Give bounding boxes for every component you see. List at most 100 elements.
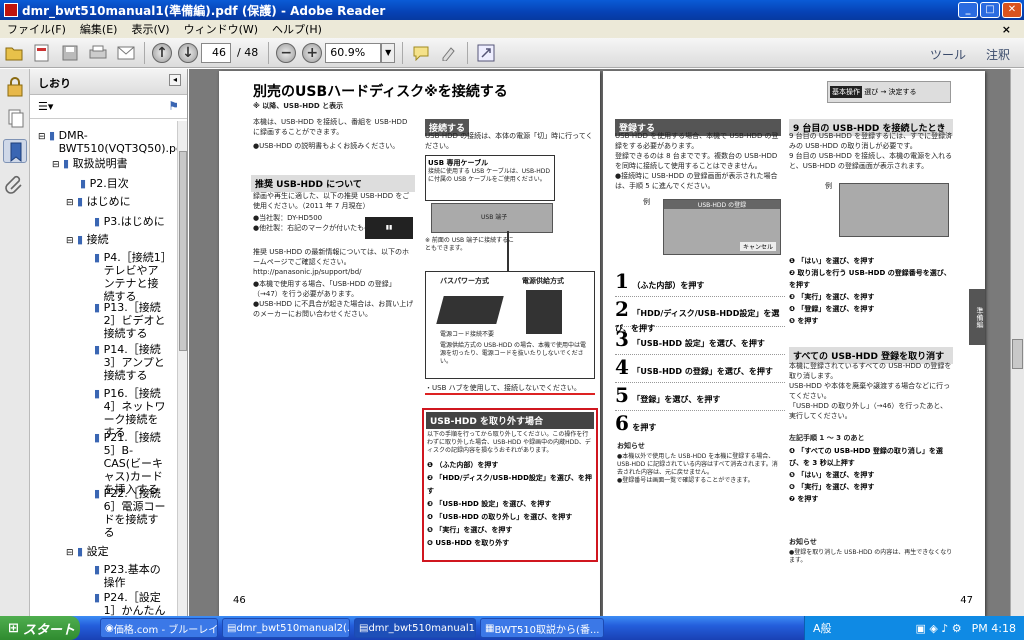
email-icon[interactable] — [115, 42, 137, 64]
task-pdf-manual2[interactable]: ▤ dmr_bwt510manual2(... — [222, 618, 350, 638]
ninth-step-4: ❹ 「登録」を選び、を押す — [789, 305, 875, 313]
close-button[interactable]: ✕ — [1002, 2, 1022, 18]
pdf-icon: ▤ — [359, 622, 369, 634]
start-button[interactable]: ⊞ スタート — [0, 616, 80, 640]
register-step-4: 4 「USB-HDD の登録」を選び、を押す — [615, 355, 785, 383]
remove-usb-hdd-box: USB-HDD を取り外す場合 以下の手順を行ってから取り外してください。この操… — [422, 408, 598, 562]
remove-step-3: ❸ 「USB-HDD 設定」を選び、を押す — [427, 500, 552, 508]
recommended-mark-logo: ▮▮ — [365, 217, 413, 239]
tree-node-intro[interactable]: ⊟ ▮ はじめに — [66, 195, 131, 210]
page-number-input[interactable]: 46 — [201, 42, 231, 63]
bus-power-label: バスパワー方式 — [440, 277, 489, 285]
hub-warning: ・USB ハブを使用して、接続しないでください。 — [425, 383, 595, 395]
tree-node-manual[interactable]: ⊟ ▮ 取扱説明書 — [52, 157, 128, 172]
ninth-example-label: 例 — [825, 182, 832, 190]
zoom-dropdown-icon[interactable]: ▼ — [381, 42, 396, 63]
connect-body: USB-HDD の接続は、本体の電源「切」時に行ってください。 — [425, 132, 593, 150]
print-icon[interactable] — [87, 42, 109, 64]
usb-cable-title: USB 専用ケーブル — [428, 159, 489, 167]
register-step-3: 3 「USB-HDD 設定」を選び、を押す — [615, 327, 785, 355]
bookmarks-panel-icon[interactable] — [3, 139, 27, 163]
save-icon[interactable] — [59, 42, 81, 64]
register-step-6: 6 を押す — [615, 411, 657, 435]
ninth-step-3: ❸ 「実行」を選び、を押す — [789, 293, 875, 301]
ninth-screen-illustration — [839, 183, 949, 237]
ninth-hdd-body: 9 台目の USB-HDD を登録するには、すでに登録済みの USB-HDD の… — [789, 132, 953, 170]
cancel-step-1: ❹ 「すべての USB-HDD 登録の取り消し」を選び、を 3 秒以上押す — [789, 447, 943, 467]
options-menu-icon[interactable]: ☰▾ — [38, 100, 53, 113]
register-body: USB-HDD を使用する場合、本機で USB-HDD の登録をする必要がありま… — [615, 132, 779, 190]
menu-close-doc[interactable]: × — [995, 23, 1018, 36]
menu-window[interactable]: ウィンドウ(W) — [177, 21, 265, 37]
tree-node-p23[interactable]: ▮ P23.基本の操作 — [94, 563, 168, 589]
ime-indicator[interactable]: A般 — [805, 620, 832, 636]
tree-node-p14[interactable]: ▮ P14.［接続3］アンプと接続する — [94, 343, 168, 382]
remove-step-4: ❹ 「USB-HDD の取り外し」を選び、を押す — [427, 513, 573, 521]
next-page-icon[interactable]: ↓ — [178, 42, 198, 63]
create-pdf-icon[interactable] — [31, 42, 53, 64]
tree-node-p13[interactable]: ▮ P13.［接続2］ビデオと接続する — [94, 301, 168, 340]
comment-bubble-icon[interactable] — [410, 42, 432, 64]
menu-file[interactable]: ファイル(F) — [0, 21, 73, 37]
notice-title: お知らせ — [617, 442, 645, 450]
navigation-strip — [0, 69, 30, 616]
usb-cable-body: 接続に使用する USB ケーブルは、USB-HDD に付属の USB ケーブルを… — [428, 168, 551, 183]
register-screen-illustration: USB-HDD の登録 キャンセル — [663, 199, 781, 255]
cancel-step-2: ❺ 「はい」を選び、を押す — [789, 471, 875, 479]
menu-bar: ファイル(F) 編集(E) 表示(V) ウィンドウ(W) ヘルプ(H) × — [0, 20, 1024, 38]
tree-node-p2[interactable]: ▮ P2.目次 — [80, 177, 129, 190]
zoom-out-icon[interactable]: − — [276, 42, 297, 63]
comment-button[interactable]: 注釈 — [986, 46, 1010, 63]
tree-node-p3[interactable]: ▮ P3.はじめに — [94, 215, 165, 228]
intro-note: ●USB-HDD の説明書もよくお読みください。 — [253, 142, 400, 150]
tray-icons[interactable]: ▣ ◈ ♪ ⚙ — [915, 622, 961, 635]
document-scrollbar[interactable] — [1010, 69, 1024, 616]
word-icon: ▦ — [485, 622, 495, 634]
bookmarks-header: しおり ◂ — [30, 69, 187, 95]
register-step-2: 2 「HDD/ディスク/USB-HDD設定」を選び、を押す — [615, 297, 785, 333]
zoom-level-input[interactable]: 60.9% — [325, 42, 382, 63]
intro-text: 本機は、USB-HDD を接続し、番組を USB-HDD に録画することができま… — [253, 118, 408, 136]
task-word-doc[interactable]: ▦ BWT510取説から(番... — [480, 618, 604, 638]
collapse-panel-icon[interactable]: ◂ — [169, 74, 181, 86]
firefox-icon: ◉ — [105, 622, 114, 634]
tree-node-settings[interactable]: ⊟ ▮ 設定 — [66, 545, 109, 560]
previous-page-icon[interactable]: ↑ — [152, 42, 172, 63]
cancel-all-body: 本機に登録されているすべての USB-HDD の登録を取り消します。 USB-H… — [789, 362, 952, 420]
attachments-icon[interactable] — [3, 173, 27, 197]
usb-cable-callout: USB 専用ケーブル 接続に使用する USB ケーブルは、USB-HDD に付属… — [425, 155, 555, 201]
menu-edit[interactable]: 編集(E) — [73, 21, 125, 37]
task-browser[interactable]: ◉ 価格.com - ブルーレイ... — [100, 618, 218, 638]
power-type-box: バスパワー方式 電源供給方式 電源コード接続不要 電源供給方式の USB-HDD… — [425, 271, 595, 379]
usb-port-label: USB 端子 — [481, 214, 508, 221]
bus-power-hdd-illustration — [436, 296, 504, 324]
window-title: dmr_bwt510manual1(準備編).pdf (保護) - Adobe … — [22, 3, 386, 18]
menu-help[interactable]: ヘルプ(H) — [265, 21, 329, 37]
tree-node-connect[interactable]: ⊟ ▮ 接続 — [66, 233, 109, 248]
remove-body: 以下の手順を行ってから取り外してください。この操作を行わずに取り外した場合、US… — [427, 431, 591, 454]
tree-node-p22[interactable]: ▮ P22.［接続6］電源コードを接続する — [94, 487, 168, 539]
cancel-all-steps: ❹ 「すべての USB-HDD 登録の取り消し」を選び、を 3 秒以上押す ❺ … — [789, 445, 955, 505]
task-pdf-manual1[interactable]: ▤ dmr_bwt510manual1(... — [354, 618, 476, 638]
tree-node-p4[interactable]: ▮ P4.［接続1］テレビやアンテナと接続する — [94, 251, 168, 303]
lock-icon[interactable] — [3, 75, 27, 99]
fullscreen-icon[interactable] — [475, 42, 497, 64]
left-steps-label: 左記手順 1 〜 3 のあと — [789, 434, 865, 442]
sidebar-scrollbar[interactable] — [177, 121, 187, 616]
zoom-in-icon[interactable]: + — [302, 42, 323, 63]
pages-panel-icon[interactable] — [3, 107, 27, 131]
menu-view[interactable]: 表示(V) — [124, 21, 176, 37]
open-icon[interactable] — [3, 42, 25, 64]
register-screen-cancel: キャンセル — [739, 242, 776, 251]
tree-node-root[interactable]: ⊟ ▮ DMR-BWT510(VQT3Q50).pdf — [38, 129, 178, 155]
bookmarks-panel: しおり ◂ ☰▾ ⚑ ⊟ ▮ DMR-BWT510(VQT3Q50).pdf ⊟… — [30, 69, 188, 616]
find-bookmark-icon[interactable]: ⚑ — [168, 99, 179, 113]
maximize-button[interactable]: □ — [980, 2, 1000, 18]
tree-node-p24[interactable]: ▮ P24.［設定1］かんたん — [94, 591, 168, 616]
notice-body: ●本機以外で使用した USB-HDD を本機に登録する場合、USB-HDD に記… — [617, 453, 778, 484]
toolbar: ↑ ↓ 46 / 48 − + 60.9% ▼ — [0, 38, 1024, 68]
tools-button[interactable]: ツール — [930, 46, 966, 63]
highlight-pen-icon[interactable] — [438, 42, 460, 64]
minimize-button[interactable]: _ — [958, 2, 978, 18]
register-steps: 1 （ふた内部）を押す 2 「HDD/ディスク/USB-HDD設定」を選び、を押… — [615, 269, 785, 439]
